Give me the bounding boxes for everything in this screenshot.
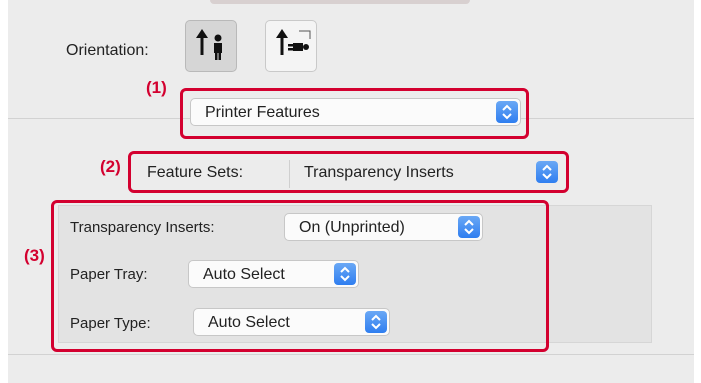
transparency-inserts-stepper xyxy=(458,216,480,238)
callout-2: (2) xyxy=(100,157,121,176)
transparency-inserts-label: Transparency Inserts: xyxy=(70,219,215,236)
orientation-label: Orientation: xyxy=(66,42,149,59)
feature-sets-value: Transparency Inserts xyxy=(304,164,454,181)
section-popup-stepper xyxy=(496,101,518,123)
landscape-icon xyxy=(276,29,311,55)
feature-sets-label: Feature Sets: xyxy=(147,164,244,181)
chevron-updown-icon xyxy=(502,104,512,120)
feature-sets-stepper xyxy=(536,161,558,183)
paper-tray-popup[interactable]: Auto Select xyxy=(188,260,359,288)
chevron-updown-icon xyxy=(464,219,474,235)
callout-3: (3) xyxy=(24,246,45,265)
paper-type-stepper xyxy=(365,311,387,333)
chevron-updown-icon xyxy=(371,314,381,330)
section-popup[interactable]: Printer Features xyxy=(190,98,521,126)
paper-tray-value: Auto Select xyxy=(203,266,285,283)
transparency-inserts-value: On (Unprinted) xyxy=(299,219,405,236)
feature-sets-divider xyxy=(289,160,290,188)
paper-type-popup[interactable]: Auto Select xyxy=(193,308,390,336)
orientation-landscape-button[interactable] xyxy=(265,20,317,72)
portrait-icon xyxy=(196,29,222,60)
callout-1: (1) xyxy=(146,78,167,97)
chevron-updown-icon xyxy=(340,266,350,282)
top-scroll-edge xyxy=(210,0,470,4)
separator-bottom xyxy=(8,354,694,355)
feature-sets-popup[interactable]: Transparency Inserts xyxy=(294,159,562,187)
transparency-inserts-popup[interactable]: On (Unprinted) xyxy=(284,213,483,241)
paper-tray-stepper xyxy=(334,263,356,285)
chevron-updown-icon xyxy=(542,164,552,180)
paper-tray-label: Paper Tray: xyxy=(70,266,148,283)
paper-type-label: Paper Type: xyxy=(70,315,151,332)
paper-type-value: Auto Select xyxy=(208,314,290,331)
section-popup-value: Printer Features xyxy=(205,104,320,121)
orientation-portrait-button[interactable] xyxy=(185,20,237,72)
